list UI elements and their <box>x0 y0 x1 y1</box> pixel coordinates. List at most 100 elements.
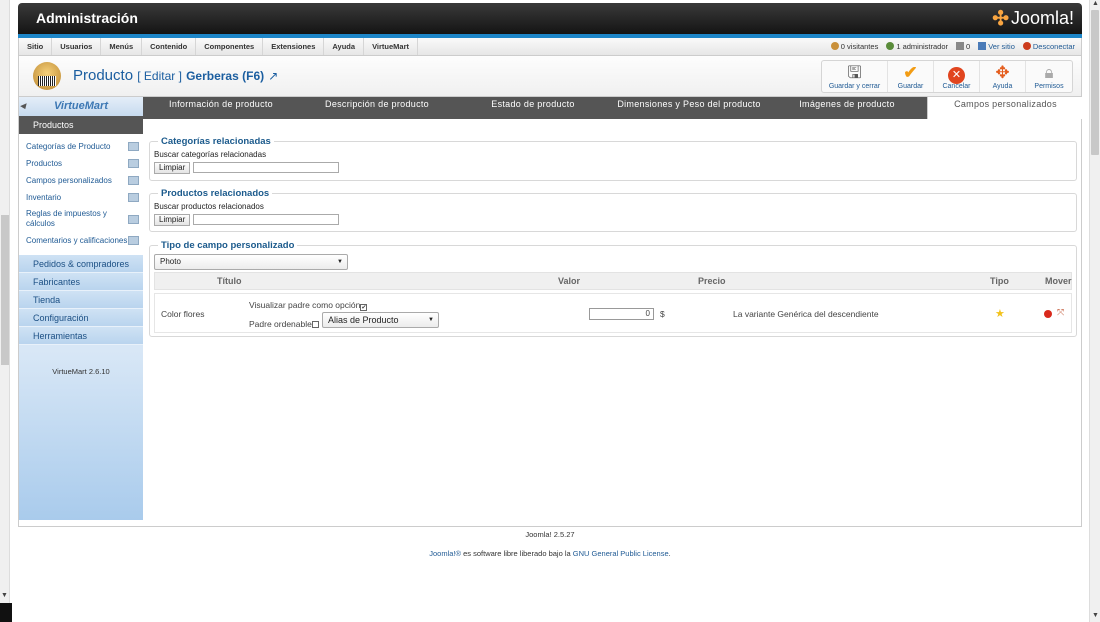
related-categories-search-label: Buscar categorías relacionadas <box>154 150 267 159</box>
scroll-down-arrow-icon[interactable]: ▼ <box>1092 612 1099 619</box>
tab-dimensions-weight[interactable]: Dimensiones y Peso del producto <box>611 97 767 119</box>
column-title: Título <box>217 276 242 286</box>
visitors-status: 0 visitantes <box>830 38 878 55</box>
menu-item-menus[interactable]: Menús <box>101 38 143 55</box>
sidebar-section-store[interactable]: Tienda <box>19 291 143 309</box>
menu-item-extensiones[interactable]: Extensiones <box>263 38 325 55</box>
virtuemart-version: VirtueMart 2.6.10 <box>52 367 110 376</box>
menu-item-sitio[interactable]: Sitio <box>19 38 53 55</box>
menu-item-ayuda[interactable]: Ayuda <box>324 38 365 55</box>
categories-icon <box>128 142 139 151</box>
status-area: 0 visitantes 1 administrador 0 Ver sitio… <box>830 38 1075 55</box>
related-categories-legend: Categorías relacionadas <box>158 136 274 147</box>
custom-fields-table-header: Título Valor Precio Tipo Mover <box>154 272 1072 290</box>
menu-item-usuarios[interactable]: Usuarios <box>52 38 102 55</box>
sidebar-item-tax-rules[interactable]: Reglas de impuestos y cálculos <box>19 206 143 232</box>
parent-orderable-checkbox[interactable] <box>311 321 319 328</box>
product-tabs: Información de producto Descripción de p… <box>143 97 1083 119</box>
sidebar-submenu: Categorías de Producto Productos Campos … <box>19 134 143 255</box>
move-handle-icon[interactable]: ⤧ <box>1057 307 1064 318</box>
related-categories-fieldset: Categorías relacionadas Buscar categoría… <box>149 136 1077 181</box>
tab-custom-fields[interactable]: Campos personalizados <box>927 97 1083 119</box>
sidebar-section-manufacturers[interactable]: Fabricantes <box>19 273 143 291</box>
parent-orderable-option: Padre ordenable <box>249 319 319 329</box>
admin-header: Administración ✣ Joomla! <box>18 3 1082 38</box>
table-row: Color flores Visualizar padre como opció… <box>154 293 1072 333</box>
help-button[interactable]: ✥ Ayuda <box>980 61 1026 92</box>
left-scrollbar[interactable]: ▼ <box>0 0 10 622</box>
tab-product-description[interactable]: Descripción de producto <box>299 97 455 119</box>
related-products-legend: Productos relacionados <box>158 188 273 199</box>
gpl-license-link[interactable]: GNU General Public License <box>573 549 669 558</box>
sidebar-item-inventory[interactable]: Inventario <box>19 189 143 206</box>
menu-item-contenido[interactable]: Contenido <box>142 38 197 55</box>
checkmark-icon: ✔ <box>903 63 918 82</box>
save-button[interactable]: ✔ Guardar <box>888 61 934 92</box>
inventory-icon <box>128 193 139 202</box>
sidebar-item-products[interactable]: Productos <box>19 155 143 172</box>
field-title: Color flores <box>161 309 205 319</box>
product-icon <box>33 62 61 90</box>
joomla-link[interactable]: Joomla!® <box>429 549 461 558</box>
custom-field-type-select[interactable]: Photo ▼ <box>154 254 348 270</box>
sidebar-section-productos[interactable]: Productos <box>19 116 143 134</box>
save-and-close-button[interactable]: 🖫 Guardar y cerrar <box>822 61 888 92</box>
left-scrollbar-thumb[interactable] <box>1 215 9 365</box>
sidebar-item-product-categories[interactable]: Categorías de Producto <box>19 138 143 155</box>
admin-menu-bar: Sitio Usuarios Menús Contenido Component… <box>18 38 1082 56</box>
external-link-icon[interactable]: ↗ <box>268 69 278 83</box>
page-scrollbar[interactable]: ▲ ▼ <box>1089 0 1100 622</box>
sidebar-section-configuration[interactable]: Configuración <box>19 309 143 327</box>
sidebar-item-reviews[interactable]: Comentarios y calificaciones <box>19 232 143 249</box>
floppy-disk-icon: 🖫 <box>847 63 862 82</box>
menu-item-virtuemart[interactable]: VirtueMart <box>364 38 419 55</box>
admins-status: 1 administrador <box>886 38 948 55</box>
price-input[interactable]: 0 <box>589 308 654 320</box>
sidebar-section-orders[interactable]: Pedidos & compradores <box>19 255 143 273</box>
column-move: Mover <box>1045 276 1072 286</box>
tab-product-info[interactable]: Información de producto <box>143 97 299 119</box>
tab-product-status[interactable]: Estado de producto <box>455 97 611 119</box>
tax-rules-icon <box>128 214 139 224</box>
related-products-search-input[interactable] <box>193 214 339 225</box>
delete-icon[interactable] <box>1044 309 1052 319</box>
page-title-label: Producto <box>73 67 134 84</box>
scroll-down-arrow-icon[interactable]: ▼ <box>1 592 8 599</box>
currency-symbol: $ <box>660 309 665 319</box>
tab-product-images[interactable]: Imágenes de producto <box>767 97 927 119</box>
lock-icon: 🔒︎ <box>1044 63 1054 82</box>
joomla-logo-text: Joomla! <box>1010 8 1074 28</box>
scroll-up-arrow-icon[interactable]: ▲ <box>1092 0 1099 7</box>
collapse-arrow-icon[interactable]: ◀ <box>20 97 25 116</box>
messages-status[interactable]: 0 <box>956 38 970 55</box>
view-site-link[interactable]: Ver sitio <box>978 38 1015 55</box>
cancel-button[interactable]: ✕ Cancelar <box>934 61 980 92</box>
joomla-logo-icon: ✣ <box>992 8 1009 30</box>
parent-orderable-label: Padre ordenable <box>249 319 312 329</box>
clear-products-button[interactable]: Limpiar <box>154 214 191 226</box>
sidebar-section-tools[interactable]: Herramientas <box>19 327 143 345</box>
show-parent-checkbox[interactable]: ✔ <box>360 304 368 311</box>
related-products-search-label: Buscar productos relacionados <box>154 202 264 211</box>
star-icon: ★ <box>995 308 1005 320</box>
view-site-icon <box>978 42 987 50</box>
products-icon <box>128 159 139 168</box>
page-scrollbar-thumb[interactable] <box>1091 10 1099 155</box>
logout-link[interactable]: Desconectar <box>1022 38 1075 55</box>
column-price: Precio <box>698 276 726 286</box>
admin-user-icon <box>886 42 895 50</box>
clear-categories-button[interactable]: Limpiar <box>154 162 191 174</box>
product-alias-select[interactable]: Alias de Producto ▼ <box>322 312 439 328</box>
main-menu: Sitio Usuarios Menús Contenido Component… <box>19 38 419 55</box>
column-value: Valor <box>558 276 581 286</box>
main-content: ◀ VirtueMart Productos Categorías de Pro… <box>18 97 1083 527</box>
related-products-fieldset: Productos relacionados Buscar productos … <box>149 188 1077 232</box>
visitors-icon <box>830 42 839 50</box>
joomla-version: Joomla! 2.5.27 <box>525 530 575 539</box>
custom-field-type-legend: Tipo de campo personalizado <box>158 240 298 251</box>
related-categories-search-input[interactable] <box>193 162 339 173</box>
sidebar-item-custom-fields[interactable]: Campos personalizados <box>19 172 143 189</box>
menu-item-componentes[interactable]: Componentes <box>196 38 264 55</box>
permissions-button[interactable]: 🔒︎ Permisos <box>1026 61 1072 92</box>
custom-fields-icon <box>128 176 139 185</box>
